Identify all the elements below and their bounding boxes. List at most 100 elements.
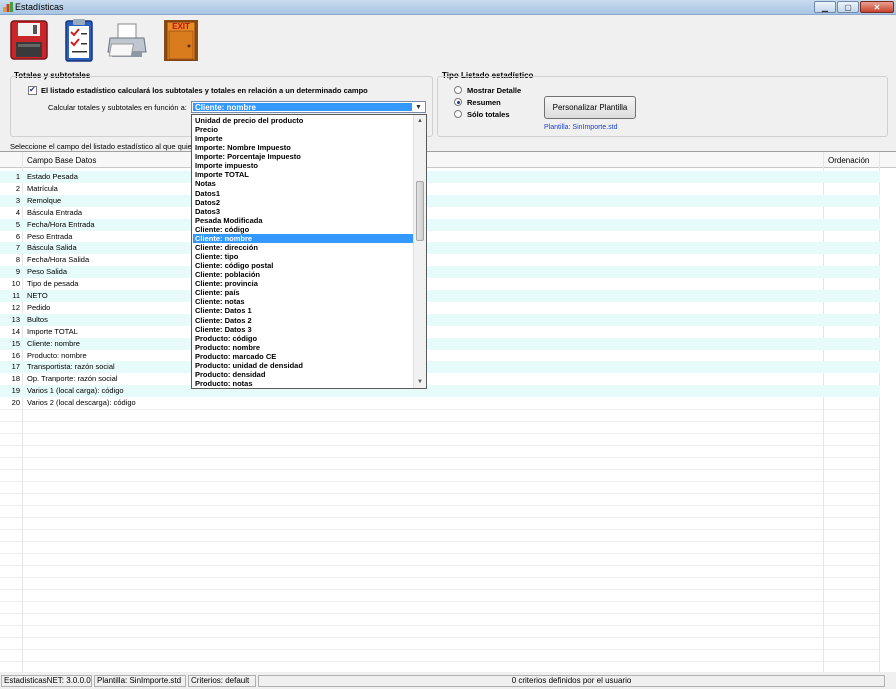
table-row[interactable]: 17 Transportista: razón social (0, 361, 880, 374)
dropdown-item[interactable]: Unidad de precio del producto (193, 116, 413, 125)
radio-solo-totales[interactable] (454, 110, 462, 118)
dropdown-item[interactable]: Datos2 (193, 198, 413, 207)
dropdown-item[interactable]: Cliente: población (193, 270, 413, 279)
table-row[interactable]: 20 Varios 2 (local descarga): código (0, 397, 880, 409)
row-number: 9 (15, 267, 20, 277)
personalizar-plantilla-button[interactable]: Personalizar Plantilla (544, 96, 636, 119)
calc-combo-value: Cliente: nombre (193, 103, 412, 112)
table-row[interactable]: 6 Peso Entrada (0, 231, 880, 243)
table-row[interactable]: 16 Producto: nombre (0, 350, 880, 362)
row-campo: Báscula Entrada (27, 207, 83, 217)
dropdown-item[interactable]: Importe impuesto (193, 161, 413, 170)
table-row[interactable]: 4 Báscula Entrada (0, 207, 880, 219)
dropdown-item[interactable]: Pesada Modificada (193, 216, 413, 225)
row-number: 17 (11, 362, 20, 372)
radio-mostrar-detalle[interactable] (454, 86, 462, 94)
row-campo: Transportista: razón social (27, 362, 115, 372)
dropdown-item[interactable]: Importe (193, 134, 413, 143)
dropdown-item[interactable]: Cliente: código postal (193, 261, 413, 270)
dropdown-item[interactable]: Importe: Nombre Impuesto (193, 143, 413, 152)
table-row[interactable]: 9 Peso Salida (0, 266, 880, 279)
dropdown-item[interactable]: Producto: unidad de densidad (193, 361, 413, 370)
close-icon: ✕ (873, 2, 881, 12)
calc-dropdown-list[interactable]: Unidad de precio del producto Precio Impor… (191, 114, 427, 389)
checklist-icon[interactable] (58, 18, 100, 63)
table-row[interactable]: 2 Matrícula (0, 183, 880, 195)
calc-combo[interactable]: Cliente: nombre ▼ (191, 101, 426, 113)
table-row[interactable]: 12 Pedido (0, 302, 880, 314)
table-row[interactable]: 7 Báscula Salida (0, 242, 880, 255)
dropdown-item[interactable]: Producto: nombre (193, 343, 413, 352)
dropdown-item[interactable]: Producto: densidad (193, 370, 413, 379)
table-row[interactable]: 15 Cliente: nombre (0, 337, 880, 350)
instruction-text: Seleccione el campo del listado estadíst… (10, 142, 192, 151)
dropdown-item[interactable]: Cliente: Datos 1 (193, 306, 413, 315)
empty-row (0, 649, 880, 650)
table-row[interactable]: 13 Bultos (0, 313, 880, 326)
empty-row (0, 553, 880, 554)
row-number: 13 (11, 314, 20, 324)
col-ordenacion-header[interactable]: Ordenación (828, 156, 869, 165)
dropdown-item[interactable]: Cliente: código (193, 225, 413, 234)
dropdown-item[interactable]: Importe TOTAL (193, 170, 413, 179)
dropdown-item[interactable]: Cliente: nombre (193, 233, 413, 243)
dropdown-item[interactable]: Cliente: notas (193, 297, 413, 306)
dropdown-item[interactable]: Precio (193, 125, 413, 134)
radio-resumen[interactable] (454, 98, 462, 106)
scroll-down-icon[interactable]: ▼ (414, 376, 426, 388)
radio-mostrar-detalle-label: Mostrar Detalle (467, 86, 522, 95)
dropdown-item[interactable]: Cliente: país (193, 288, 413, 297)
dropdown-item[interactable]: Producto: notas (193, 379, 413, 388)
row-number: 7 (15, 243, 20, 253)
dropdown-item[interactable]: Cliente: Datos 2 (193, 316, 413, 325)
dropdown-item[interactable]: Cliente: tipo (193, 252, 413, 261)
dropdown-item[interactable]: Producto: código (193, 334, 413, 343)
empty-row (0, 661, 880, 662)
row-campo: Matrícula (27, 183, 58, 193)
dropdown-item[interactable]: Datos1 (193, 189, 413, 198)
empty-row (0, 445, 880, 446)
dropdown-item[interactable]: Producto: marcado CE (193, 352, 413, 361)
table-row[interactable]: 11 NETO (0, 290, 880, 302)
close-button[interactable]: ✕ (860, 1, 894, 13)
chevron-down-icon[interactable]: ▼ (413, 103, 424, 112)
dropdown-scrollbar[interactable]: ▲ ▼ (413, 115, 426, 388)
floppy-disk-icon[interactable] (8, 18, 50, 63)
dropdown-item[interactable]: Cliente: dirección (193, 243, 413, 252)
table-row[interactable]: 1 Estado Pesada (0, 171, 880, 183)
dropdown-item[interactable]: Cliente: Datos 3 (193, 325, 413, 334)
maximize-icon: ▢ (844, 2, 852, 12)
campos-grid[interactable]: Campo Base Datos Ordenación 1 Estado Pesa… (0, 151, 896, 672)
window-title: Estadísticas (15, 2, 64, 12)
row-number: 12 (11, 302, 20, 312)
dropdown-item[interactable]: Cliente: provincia (193, 279, 413, 288)
dropdown-item[interactable]: Datos3 (193, 207, 413, 216)
row-campo: Fecha/Hora Salida (27, 255, 90, 265)
row-number: 18 (11, 374, 20, 384)
empty-row (0, 457, 880, 458)
table-row[interactable]: 8 Fecha/Hora Salida (0, 254, 880, 266)
row-campo: Peso Salida (27, 267, 68, 277)
row-number: 14 (11, 326, 20, 336)
plantilla-link[interactable]: Plantilla: SinImporte.std (544, 124, 618, 131)
printer-icon[interactable] (106, 18, 148, 63)
table-row[interactable]: 14 Importe TOTAL (0, 326, 880, 338)
dropdown-item[interactable]: Importe: Porcentaje Impuesto (193, 152, 413, 161)
table-row[interactable]: 19 Varios 1 (local carga): código (0, 385, 880, 398)
exit-door-icon[interactable]: EXIT (160, 18, 202, 63)
table-row[interactable]: 10 Tipo de pesada (0, 278, 880, 290)
dropdown-item[interactable]: Notas (193, 179, 413, 188)
col-campo-header[interactable]: Campo Base Datos (27, 156, 96, 165)
empty-row (0, 433, 880, 434)
minimize-button[interactable]: ▁ (814, 1, 836, 13)
status-criterios: Criterios: default (188, 675, 256, 687)
totales-checkbox[interactable] (28, 85, 37, 95)
table-row[interactable]: 18 Op. Tranporte: razón social (0, 373, 880, 385)
row-number: 19 (11, 386, 20, 396)
scroll-up-icon[interactable]: ▲ (414, 115, 426, 127)
row-number: 20 (11, 398, 20, 408)
table-row[interactable]: 3 Remolque (0, 194, 880, 207)
scroll-thumb[interactable] (416, 181, 424, 241)
maximize-button[interactable]: ▢ (837, 1, 859, 13)
table-row[interactable]: 5 Fecha/Hora Entrada (0, 218, 880, 231)
